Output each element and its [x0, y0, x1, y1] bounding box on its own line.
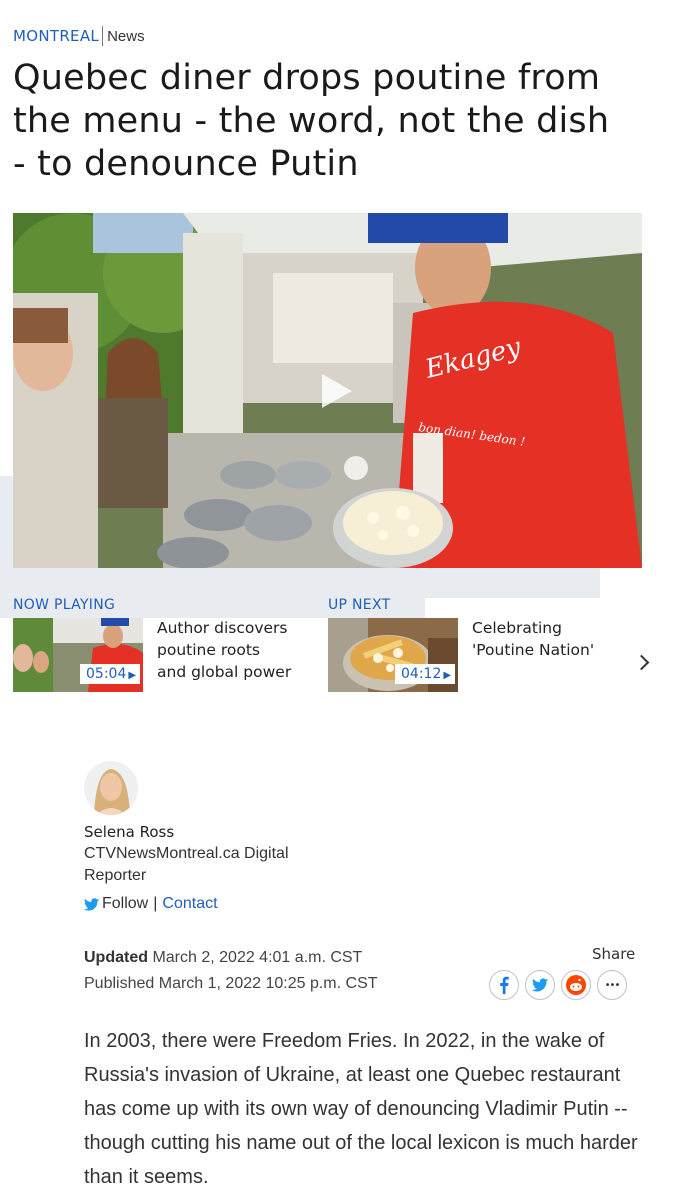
- follow-label: Follow: [102, 895, 149, 912]
- reddit-share-button[interactable]: [561, 970, 591, 1000]
- breadcrumb-subsection-link[interactable]: News: [107, 28, 145, 45]
- author-avatar-image: [84, 761, 138, 815]
- twitter-share-button[interactable]: [525, 970, 555, 1000]
- twitter-bird-icon: [84, 897, 99, 911]
- published-label: Published: [84, 975, 155, 992]
- twitter-follow-link[interactable]: Follow: [84, 895, 148, 913]
- breadcrumb-section-link[interactable]: MONTREAL: [13, 27, 99, 45]
- play-icon[interactable]: [322, 374, 352, 408]
- article-headline: Quebec diner drops poutine from the menu…: [13, 58, 610, 184]
- breadcrumb-divider: [102, 26, 104, 46]
- now-playing-duration: 05:04: [86, 666, 127, 682]
- reddit-icon: [566, 975, 586, 995]
- play-triangle-icon: ▶: [128, 670, 137, 681]
- author-actions: Follow | Contact: [84, 895, 218, 913]
- updated-label: Updated: [84, 949, 148, 966]
- up-next-label: UP NEXT: [328, 597, 391, 613]
- up-next-title[interactable]: Celebrating 'Poutine Nation': [472, 617, 607, 661]
- up-next-duration: 04:12: [401, 666, 442, 682]
- updated-line: Updated March 2, 2022 4:01 a.m. CST: [84, 945, 378, 971]
- now-playing-title[interactable]: Author discovers poutine roots and globa…: [157, 617, 292, 683]
- article-lead-paragraph: In 2003, there were Freedom Fries. In 20…: [84, 1030, 638, 1188]
- actions-separator: |: [153, 895, 158, 912]
- now-playing-duration-badge: 05:04 ▶: [80, 664, 141, 684]
- article-dates: Updated March 2, 2022 4:01 a.m. CST Publ…: [84, 945, 378, 997]
- contact-link[interactable]: Contact: [162, 895, 217, 913]
- breadcrumb: MONTREAL News: [13, 26, 145, 46]
- share-buttons: •••: [489, 970, 627, 1000]
- author-name[interactable]: Selena Ross: [84, 823, 174, 841]
- more-icon: •••: [604, 979, 621, 991]
- play-triangle-icon: ▶: [443, 670, 452, 681]
- author-role: CTVNewsMontreal.ca Digital Reporter: [84, 845, 289, 884]
- updated-value: March 2, 2022 4:01 a.m. CST: [152, 949, 363, 966]
- published-value: March 1, 2022 10:25 p.m. CST: [158, 975, 378, 992]
- chevron-right-icon[interactable]: [633, 654, 650, 671]
- published-line: Published March 1, 2022 10:25 p.m. CST: [84, 971, 378, 997]
- facebook-icon: [500, 976, 509, 994]
- up-next-duration-badge: 04:12 ▶: [395, 664, 456, 684]
- facebook-share-button[interactable]: [489, 970, 519, 1000]
- now-playing-label: NOW PLAYING: [13, 597, 116, 613]
- twitter-icon: [532, 978, 548, 992]
- author-avatar[interactable]: [84, 761, 138, 815]
- share-label: Share: [592, 945, 636, 963]
- more-share-button[interactable]: •••: [597, 970, 627, 1000]
